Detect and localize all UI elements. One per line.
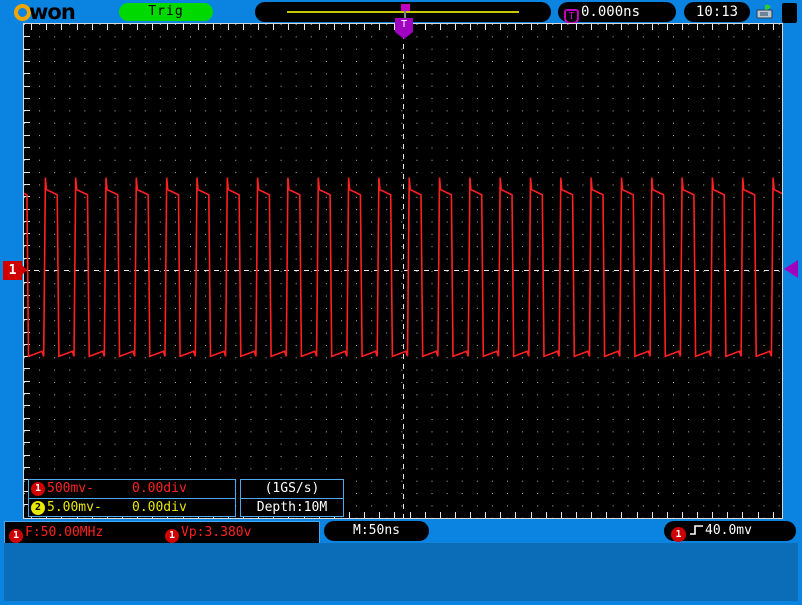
measurement-value: Vp:3.380v [181,525,252,540]
trigger-level-arrow-icon[interactable] [784,260,798,278]
position-marker-icon[interactable] [401,4,410,11]
trigger-position-marker[interactable]: T [395,18,413,39]
timebase-display: M:50ns [324,521,429,541]
trigger-source-badge: 1 [671,527,686,542]
trigger-level-value: 40.0mv [705,523,752,538]
memory-span-line [287,11,519,13]
channel1-offset-div: 0.00div [132,481,187,496]
logo-text: won [29,0,76,24]
usb-storage-icon [756,4,773,19]
trigger-status-badge: Trig [119,3,213,21]
acquisition-panel: (1GS/s) Depth:10M [240,479,344,517]
waveform-graticule[interactable] [24,24,782,518]
channel-settings-panel[interactable]: 1 500mv- 0.00div 2 5.00mv- 0.00div [28,479,236,517]
trigger-time-value: 0.000ns [581,4,641,20]
trigger-settings-display[interactable]: 1 40.0mv [664,521,796,542]
memory-depth-value: Depth:10M [256,500,328,515]
channel2-settings-row[interactable]: 2 5.00mv- 0.00div [29,499,235,517]
owon-logo: won [14,0,76,24]
channel1-waveform-trace [24,177,782,358]
channel1-badge: 1 [31,482,45,496]
trigger-time-display: T 0.000ns [558,2,676,24]
channel1-settings-row[interactable]: 1 500mv- 0.00div [29,480,235,499]
sample-rate-value: (1GS/s) [241,480,343,499]
left-side-panel [0,0,24,605]
oscilloscope-screen: won Trig T 0.000ns 10:13 T 1 1 500mv- 0.… [0,0,802,605]
bottom-menu-bar: Type Image Save [4,543,798,601]
channel1-ground-marker[interactable]: 1 [3,261,27,280]
rising-edge-icon [690,525,703,535]
channel1-volts-per-div: 500mv- [47,481,94,496]
trigger-position-label: T [400,19,408,30]
measurement-channel-badge: 1 [165,529,179,543]
clock-display: 10:13 [684,2,750,22]
channel2-badge: 2 [31,501,45,515]
measurement-item: 1 Vp:3.380v [165,523,251,543]
channel2-volts-per-div: 5.00mv- [47,500,102,515]
trigger-t-icon: T [564,9,579,24]
measurement-channel-badge: 1 [9,529,23,543]
measurement-item: 1 F:50.00MHz [9,523,103,543]
measurement-value: F:50.00MHz [25,525,104,540]
channel2-offset-div: 0.00div [132,500,187,515]
battery-icon [782,3,797,23]
